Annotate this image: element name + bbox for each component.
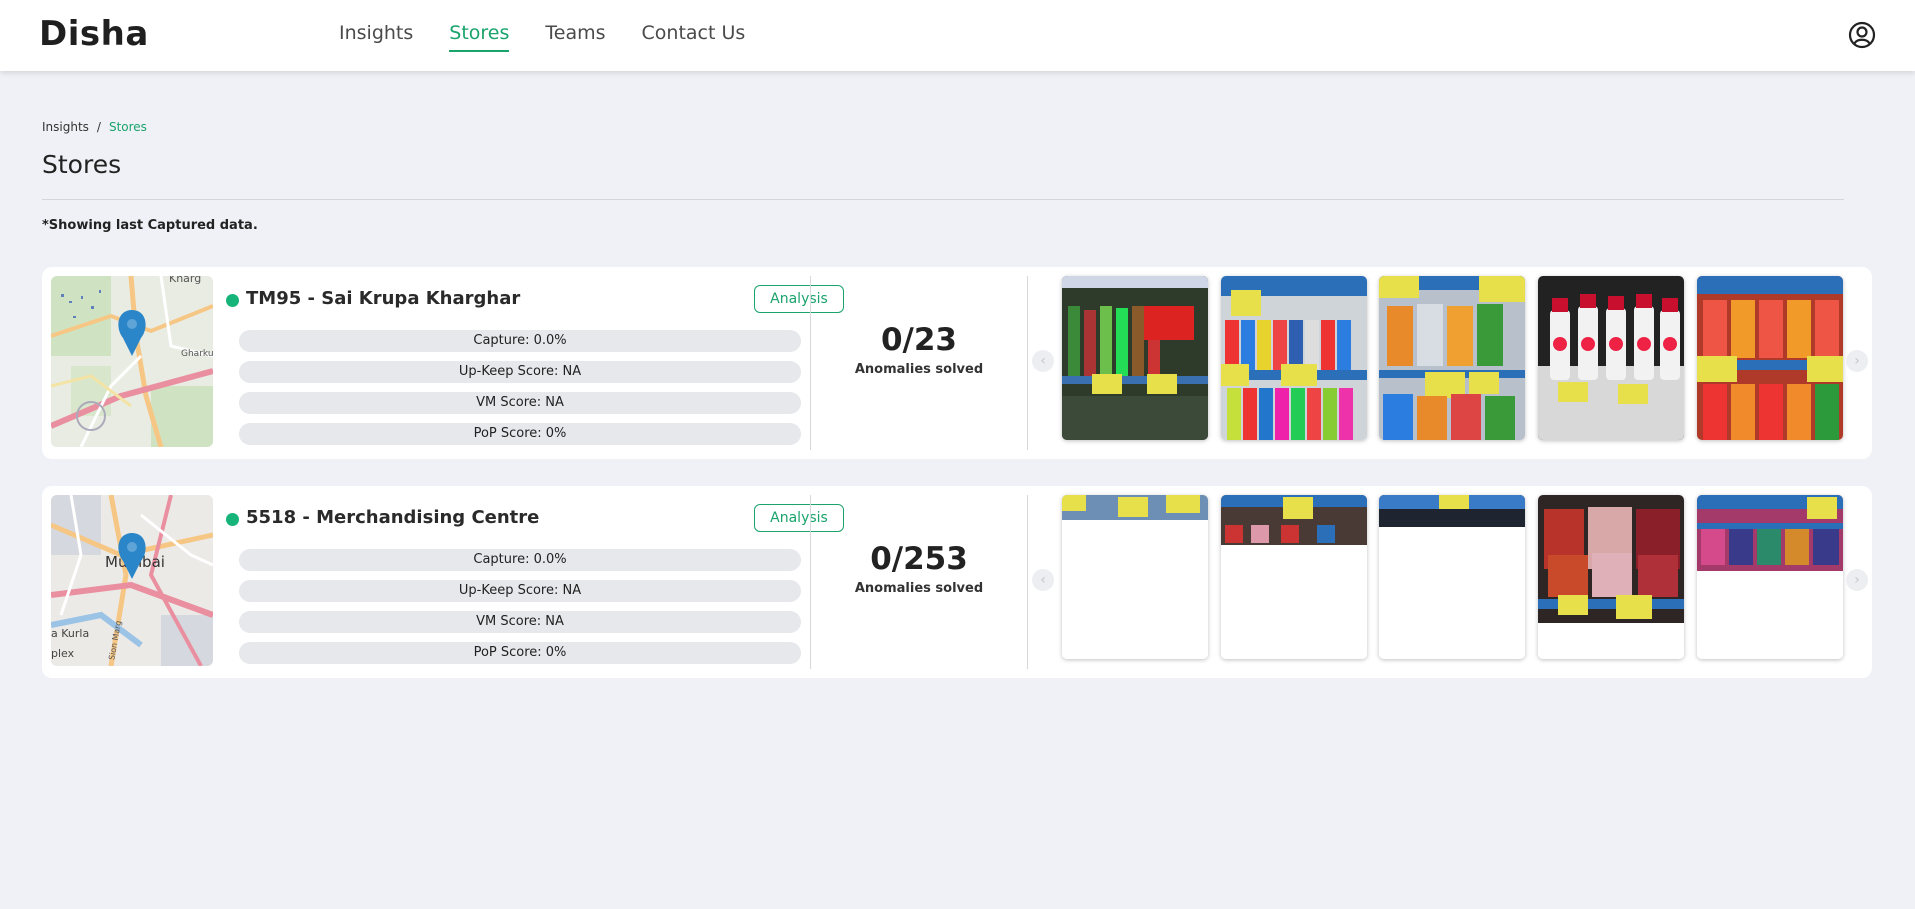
shelf-image-thumbnail[interactable] <box>1062 495 1208 659</box>
shelf-image-thumbnail[interactable] <box>1538 495 1684 659</box>
nav-contact-us[interactable]: Contact Us <box>642 22 746 52</box>
pop-score: PoP Score: 0% <box>239 642 801 664</box>
store-header: TM95 - Sai Krupa Kharghar Analysis <box>223 285 844 314</box>
breadcrumb-stores: Stores <box>108 120 147 134</box>
anomalies-count: 0/23 <box>880 322 958 358</box>
score-list: Capture: 0.0% Up-Keep Score: NA VM Score… <box>239 330 801 454</box>
analysis-button[interactable]: Analysis <box>754 504 844 532</box>
breadcrumb: Insights / Stores <box>42 120 147 134</box>
store-map[interactable]: Mumbai a Kurla plex Sion Marg <box>51 495 213 666</box>
shelf-image-thumbnail[interactable] <box>1538 276 1684 440</box>
shelf-image-carousel <box>1062 495 1843 661</box>
map-label: Kharg <box>169 276 201 285</box>
breadcrumb-insights[interactable]: Insights <box>42 120 89 134</box>
anomalies-label: Anomalies solved <box>854 581 984 596</box>
nav-stores[interactable]: Stores <box>449 22 510 52</box>
shelf-image-thumbnail[interactable] <box>1697 495 1843 659</box>
status-dot <box>226 294 239 307</box>
title-divider <box>42 199 1844 200</box>
main-nav: Insights Stores Teams Contact Us <box>339 22 781 52</box>
upkeep-score: Up-Keep Score: NA <box>239 580 801 602</box>
vm-score: VM Score: NA <box>239 392 801 414</box>
store-name: TM95 - Sai Krupa Kharghar <box>246 288 521 309</box>
store-map[interactable]: Kharg Gharku <box>51 276 213 447</box>
store-card: Mumbai a Kurla plex Sion Marg 5518 - Mer… <box>42 486 1872 678</box>
upkeep-score: Up-Keep Score: NA <box>239 361 801 383</box>
store-header: 5518 - Merchandising Centre Analysis <box>223 504 844 533</box>
page-title: Stores <box>42 150 122 179</box>
chevron-left-icon[interactable]: ‹ <box>1032 350 1054 372</box>
score-list: Capture: 0.0% Up-Keep Score: NA VM Score… <box>239 549 801 673</box>
nav-teams[interactable]: Teams <box>545 22 605 52</box>
map-label: plex <box>51 647 75 660</box>
shelf-image-thumbnail[interactable] <box>1221 495 1367 659</box>
vm-score: VM Score: NA <box>239 611 801 633</box>
shelf-image-carousel <box>1062 276 1843 442</box>
shelf-image-thumbnail[interactable] <box>1062 276 1208 440</box>
shelf-image-thumbnail[interactable] <box>1379 495 1525 659</box>
captured-data-note: *Showing last Captured data. <box>42 218 258 233</box>
breadcrumb-separator: / <box>96 120 101 134</box>
nav-insights[interactable]: Insights <box>339 22 413 52</box>
map-label: a Kurla <box>51 627 89 640</box>
shelf-image-thumbnail[interactable] <box>1697 276 1843 440</box>
anomalies-count: 0/253 <box>870 541 968 577</box>
capture-score: Capture: 0.0% <box>239 330 801 352</box>
pop-score: PoP Score: 0% <box>239 423 801 445</box>
capture-score: Capture: 0.0% <box>239 549 801 571</box>
column-divider <box>1027 276 1028 450</box>
shelf-image-thumbnail[interactable] <box>1379 276 1525 440</box>
analysis-button[interactable]: Analysis <box>754 285 844 313</box>
chevron-right-icon[interactable]: › <box>1846 569 1868 591</box>
chevron-left-icon[interactable]: ‹ <box>1032 569 1054 591</box>
chevron-right-icon[interactable]: › <box>1846 350 1868 372</box>
column-divider <box>1027 495 1028 669</box>
shelf-image-thumbnail[interactable] <box>1221 276 1367 440</box>
store-name: 5518 - Merchandising Centre <box>246 507 540 528</box>
account-circle-icon[interactable] <box>1848 21 1876 49</box>
anomalies-summary: 0/253 Anomalies solved <box>811 541 1027 596</box>
app-logo[interactable]: Disha <box>39 14 149 54</box>
top-navbar: Disha Insights Stores Teams Contact Us <box>0 0 1915 71</box>
status-dot <box>226 513 239 526</box>
store-card: Kharg Gharku TM95 - Sai Krupa Kharghar A… <box>42 267 1872 459</box>
anomalies-label: Anomalies solved <box>854 362 984 377</box>
anomalies-summary: 0/23 Anomalies solved <box>811 322 1027 377</box>
map-label: Gharku <box>181 349 213 359</box>
